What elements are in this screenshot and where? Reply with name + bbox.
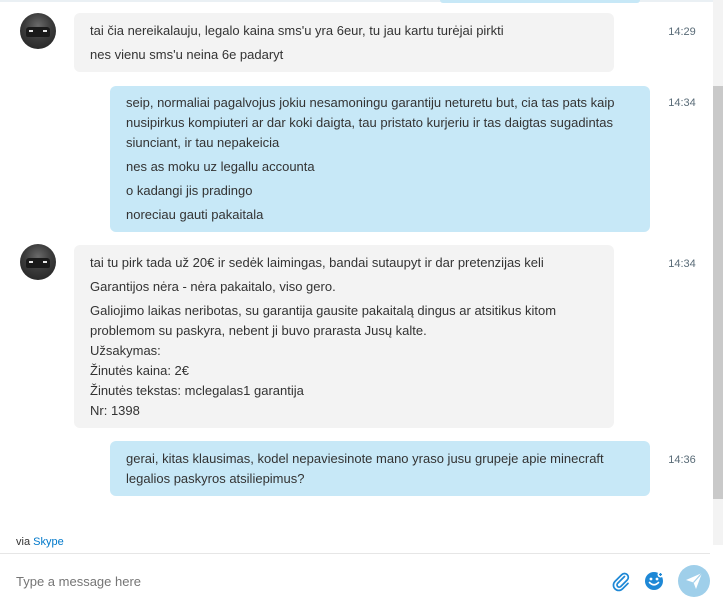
- headlight: [43, 30, 47, 32]
- car-silhouette: [26, 27, 50, 37]
- message-text: nes vienu sms'u neina 6e padaryt: [90, 47, 284, 62]
- message-timestamp: 14:34: [668, 258, 696, 270]
- previous-message-edge: [440, 0, 640, 3]
- via-label: via Skype: [16, 536, 64, 548]
- message-text: tai čia nereikalauju, legalo kaina sms'u…: [90, 23, 504, 38]
- message-text: Galiojimo laikas neribotas, su garantija…: [90, 303, 557, 418]
- send-icon: [686, 572, 703, 589]
- message-text: gerai, kitas klausimas, kodel nepaviesin…: [126, 451, 604, 486]
- avatar[interactable]: [20, 13, 56, 49]
- message-bubble[interactable]: tai čia nereikalauju, legalo kaina sms'u…: [74, 13, 614, 72]
- message-bubble[interactable]: tai tu pirk tada už 20€ ir sedėk laiming…: [74, 245, 614, 428]
- headlight: [43, 261, 47, 263]
- send-button[interactable]: [678, 565, 710, 597]
- message-timestamp: 14:34: [668, 97, 696, 109]
- message-bubble[interactable]: seip, normaliai pagalvojus jokiu nesamon…: [110, 86, 650, 232]
- smiley-icon[interactable]: [643, 570, 665, 592]
- headlight: [29, 30, 33, 32]
- message-text: o kadangi jis pradingo: [126, 183, 253, 198]
- scrollbar-thumb[interactable]: [713, 86, 723, 499]
- message-text: nes as moku uz legallu accounta: [126, 159, 315, 174]
- avatar[interactable]: [20, 244, 56, 280]
- message-text: noreciau gauti pakaitala: [126, 207, 264, 222]
- message-input[interactable]: [16, 570, 576, 592]
- message-timestamp: 14:36: [668, 454, 696, 466]
- message-timestamp: 14:29: [668, 26, 696, 38]
- car-silhouette: [26, 258, 50, 268]
- message-text: seip, normaliai pagalvojus jokiu nesamon…: [126, 95, 615, 150]
- composer-divider: [0, 553, 710, 554]
- via-prefix: via: [16, 536, 31, 548]
- headlight: [29, 261, 33, 263]
- message-text: Garantijos nėra - nėra pakaitalo, viso g…: [90, 279, 336, 294]
- message-text: tai tu pirk tada už 20€ ir sedėk laiming…: [90, 255, 544, 270]
- skype-link[interactable]: Skype: [33, 536, 64, 548]
- paperclip-icon[interactable]: [610, 570, 632, 592]
- message-bubble[interactable]: gerai, kitas klausimas, kodel nepaviesin…: [110, 441, 650, 496]
